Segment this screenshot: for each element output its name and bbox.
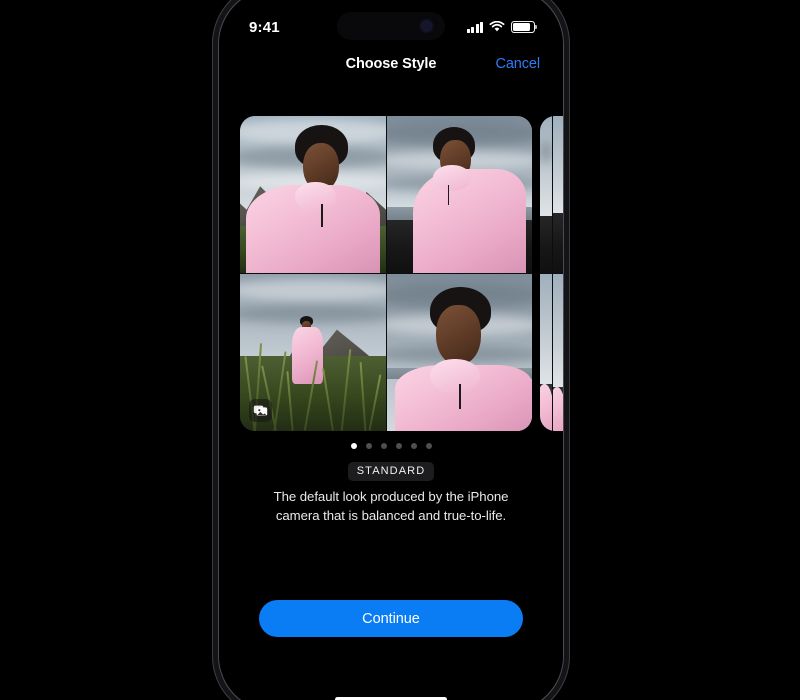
phone-screen: 9:41 Choose Style Cancel STANDARD The de…	[219, 0, 563, 700]
status-bar: 9:41	[219, 14, 563, 40]
style-carousel[interactable]	[219, 116, 563, 432]
style-name-badge: STANDARD	[347, 462, 435, 481]
photo-thumbnail[interactable]	[240, 116, 386, 273]
page-dot[interactable]	[395, 443, 402, 449]
pagination-dots[interactable]	[219, 443, 563, 449]
battery-icon	[511, 21, 535, 33]
photo-grid-peek	[540, 116, 563, 431]
cancel-button[interactable]: Cancel	[495, 56, 540, 72]
photo-stack-icon	[249, 399, 272, 422]
next-style-card-peek[interactable]	[540, 116, 563, 431]
style-description: The default look produced by the iPhone …	[273, 489, 509, 523]
status-indicators	[467, 21, 535, 33]
photo-thumbnail	[552, 274, 563, 431]
photo-thumbnail	[540, 274, 552, 431]
page-dot[interactable]	[380, 443, 387, 449]
style-preview-card[interactable]	[240, 116, 532, 431]
screenshot-stage: 9:41 Choose Style Cancel STANDARD The de…	[0, 0, 800, 700]
wifi-icon	[489, 21, 505, 32]
photo-thumbnail	[552, 116, 563, 273]
cellular-signal-icon	[467, 21, 483, 33]
photo-grid	[240, 116, 532, 431]
status-time: 9:41	[249, 18, 280, 36]
page-dot[interactable]	[365, 443, 372, 449]
photo-thumbnail[interactable]	[240, 274, 386, 431]
style-name-row: STANDARD	[219, 462, 563, 481]
photo-thumbnail[interactable]	[386, 274, 532, 431]
photo-thumbnail	[540, 116, 552, 273]
page-dot[interactable]	[350, 443, 357, 449]
photo-thumbnail[interactable]	[386, 116, 532, 273]
page-dot[interactable]	[410, 443, 417, 449]
navigation-bar: Choose Style Cancel	[219, 51, 563, 77]
page-dot[interactable]	[425, 443, 432, 449]
continue-button[interactable]: Continue	[259, 600, 523, 637]
